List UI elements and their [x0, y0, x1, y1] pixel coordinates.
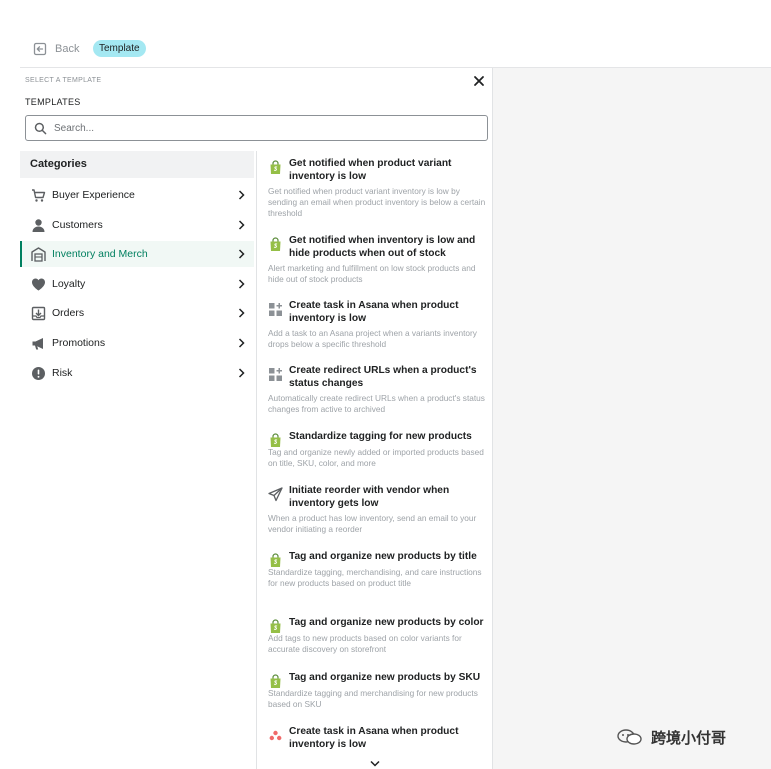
- asana-logo-icon: [269, 730, 282, 741]
- category-label: Inventory and Merch: [52, 248, 148, 260]
- template-item[interactable]: Standardize tagging for new products Tag…: [268, 431, 488, 469]
- template-title: Tag and organize new products by SKU: [289, 672, 481, 683]
- back-button[interactable]: Back: [33, 40, 79, 58]
- template-badge: Template: [93, 40, 146, 57]
- category-orders[interactable]: Orders: [20, 300, 254, 326]
- template-title: Tag and organize new products by title: [289, 551, 477, 562]
- column-divider: [256, 151, 257, 769]
- shopify-bag-icon: [270, 619, 281, 633]
- template-description: Add tags to new products based on color …: [268, 632, 462, 654]
- apps-add-icon: [269, 368, 282, 381]
- wechat-icon: [617, 729, 642, 745]
- category-label: Promotions: [52, 337, 106, 349]
- template-item[interactable]: Tag and organize new products by title S…: [268, 551, 488, 589]
- template-description: Automatically create redirect URLs when …: [268, 393, 485, 414]
- chevron-down-icon[interactable]: [370, 760, 380, 768]
- chevron-right-icon: [238, 279, 245, 289]
- warehouse-icon: [31, 246, 46, 262]
- template-title: Standardize tagging for new products: [289, 431, 472, 442]
- category-inventory-and-merch[interactable]: Inventory and Merch: [20, 241, 254, 267]
- template-description: When a product has low inventory, send a…: [268, 513, 477, 534]
- back-label: Back: [55, 43, 80, 55]
- category-label: Orders: [52, 307, 85, 319]
- category-label: Customers: [52, 219, 103, 231]
- category-promotions[interactable]: Promotions: [20, 330, 254, 356]
- category-customers[interactable]: Customers: [20, 212, 254, 238]
- template-title: Create task in Asana when product invent…: [289, 726, 459, 750]
- workflow-canvas: [493, 68, 771, 769]
- template-description: Standardize tagging and merchandising fo…: [268, 687, 478, 709]
- chevron-right-icon: [238, 308, 245, 318]
- template-item[interactable]: Create task in Asana when product invent…: [268, 726, 488, 751]
- chevron-right-icon: [238, 249, 245, 259]
- panel-eyebrow: SELECT A TEMPLATE: [25, 77, 102, 84]
- category-loyalty[interactable]: Loyalty: [20, 271, 254, 297]
- template-item[interactable]: Create task in Asana when product invent…: [268, 300, 488, 350]
- template-description: Alert marketing and fulfillment on low s…: [268, 263, 476, 284]
- shopify-bag-icon: [270, 160, 281, 174]
- template-title: Create task in Asana when product invent…: [289, 300, 459, 324]
- watermark: 跨境小付哥: [615, 727, 726, 747]
- template-description: Get notified when product variant invent…: [268, 186, 486, 218]
- heart-icon: [32, 278, 45, 290]
- template-item[interactable]: Initiate reorder with vendor when invent…: [268, 485, 488, 535]
- back-arrow-icon: [33, 42, 47, 56]
- category-label: Loyalty: [52, 278, 86, 290]
- cart-icon: [32, 188, 46, 202]
- template-title: Tag and organize new products by color: [289, 617, 484, 628]
- chevron-right-icon: [238, 338, 245, 348]
- paper-plane-icon: [268, 487, 283, 502]
- chevron-right-icon: [238, 368, 245, 378]
- top-bar: Back Template: [0, 0, 771, 68]
- apps-add-icon: [269, 303, 282, 316]
- template-item[interactable]: Get notified when product variant invent…: [268, 158, 488, 219]
- template-panel: SELECT A TEMPLATE TEMPLATES Categories B…: [20, 68, 493, 769]
- categories-heading: Categories: [20, 151, 254, 178]
- chevron-right-icon: [238, 190, 245, 200]
- template-title: Get notified when inventory is low and h…: [289, 235, 476, 259]
- category-risk[interactable]: Risk: [20, 360, 254, 386]
- search-icon: [34, 122, 47, 134]
- shopify-bag-icon: [270, 674, 281, 688]
- shopify-bag-icon: [270, 433, 281, 447]
- category-label: Buyer Experience: [52, 189, 135, 201]
- search-input[interactable]: [54, 122, 474, 134]
- template-title: Initiate reorder with vendor when invent…: [289, 485, 450, 509]
- shopify-bag-icon: [270, 553, 281, 567]
- template-item[interactable]: Get notified when inventory is low and h…: [268, 235, 488, 285]
- watermark-text: 跨境小付哥: [651, 729, 727, 747]
- shopify-bag-icon: [270, 237, 281, 251]
- category-label: Risk: [52, 367, 73, 379]
- search-box: [25, 115, 488, 141]
- template-item[interactable]: Tag and organize new products by SKU Sta…: [268, 672, 488, 710]
- megaphone-icon: [32, 337, 43, 349]
- inbox-download-icon: [31, 306, 46, 320]
- alert-circle-icon: [32, 366, 45, 380]
- template-description: Add a task to an Asana project when a va…: [268, 328, 477, 349]
- template-item[interactable]: Create redirect URLs when a product's st…: [268, 365, 488, 415]
- template-title: Create redirect URLs when a product's st…: [289, 365, 477, 389]
- chevron-right-icon: [238, 220, 245, 230]
- category-buyer-experience[interactable]: Buyer Experience: [20, 182, 254, 208]
- template-description: Tag and organize newly added or imported…: [268, 446, 484, 468]
- template-description: Standardize tagging, merchandising, and …: [268, 566, 482, 588]
- template-title: Get notified when product variant invent…: [289, 158, 452, 182]
- person-icon: [32, 218, 45, 232]
- close-icon[interactable]: [472, 74, 486, 88]
- template-item[interactable]: Tag and organize new products by color A…: [268, 617, 488, 655]
- panel-heading: TEMPLATES: [25, 97, 81, 107]
